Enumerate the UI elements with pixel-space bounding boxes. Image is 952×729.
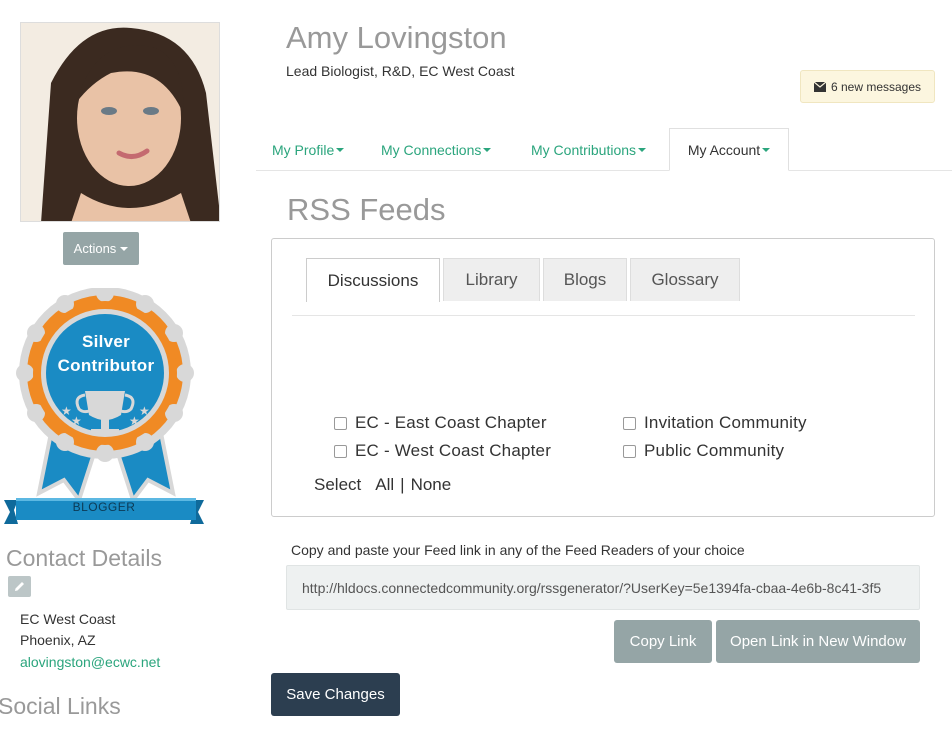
page-title: RSS Feeds xyxy=(287,192,446,227)
actions-label: Actions xyxy=(73,241,117,256)
tab-discussions[interactable]: Discussions xyxy=(306,258,440,302)
silver-contributor-badge: ★ ★ ★ ★ Silver Contributor BLOGGER xyxy=(4,284,208,528)
tab-blogs[interactable]: Blogs xyxy=(543,258,627,301)
tab-my-account[interactable]: My Account xyxy=(669,128,789,171)
tab-my-contributions[interactable]: My Contributions xyxy=(531,140,647,160)
caret-down-icon xyxy=(336,148,345,152)
profile-role: Lead Biologist, R&D, EC West Coast xyxy=(286,63,515,79)
copy-link-button[interactable]: Copy Link xyxy=(614,620,712,663)
tab-glossary[interactable]: Glossary xyxy=(630,258,740,301)
save-changes-button[interactable]: Save Changes xyxy=(271,673,400,716)
tab-my-connections[interactable]: My Connections xyxy=(381,140,492,160)
select-all-none: Select All | None xyxy=(314,475,451,495)
new-messages-label: 6 new messages xyxy=(830,79,922,94)
tab-my-profile[interactable]: My Profile xyxy=(272,140,345,160)
badge-line-2: Contributor xyxy=(57,356,155,375)
profile-photo xyxy=(20,22,220,222)
tab-label: My Profile xyxy=(272,142,335,158)
pencil-icon xyxy=(15,582,24,591)
caret-down-icon xyxy=(483,148,492,152)
tab-label: My Account xyxy=(687,141,761,158)
contact-email-link[interactable]: alovingston@ecwc.net xyxy=(20,654,160,670)
contact-location: Phoenix, AZ xyxy=(20,632,96,648)
badge-ribbon-label: BLOGGER xyxy=(72,500,136,514)
badge-graphic: ★★ ★★ xyxy=(4,284,204,524)
community-option[interactable]: EC - West Coast Chapter xyxy=(334,441,551,461)
checkbox[interactable] xyxy=(623,444,636,458)
open-link-new-window-button[interactable]: Open Link in New Window xyxy=(716,620,920,663)
profile-name: Amy Lovingston xyxy=(286,20,507,55)
select-all-link[interactable]: All xyxy=(375,475,394,495)
feed-link-label: Copy and paste your Feed link in any of … xyxy=(291,542,745,558)
envelope-icon xyxy=(813,81,826,92)
feed-url-field[interactable]: http://hldocs.connectedcommunity.org/rss… xyxy=(286,565,920,610)
contact-company: EC West Coast xyxy=(20,611,116,627)
svg-text:★: ★ xyxy=(129,414,140,428)
checkbox[interactable] xyxy=(623,416,636,430)
community-label: EC - East Coast Chapter xyxy=(355,413,547,432)
tab-library[interactable]: Library xyxy=(443,258,540,301)
badge-line-1: Silver xyxy=(81,332,131,351)
subtab-divider xyxy=(292,315,915,316)
svg-text:★: ★ xyxy=(71,414,82,428)
checkbox[interactable] xyxy=(334,444,347,458)
contact-details-heading: Contact Details xyxy=(6,545,162,571)
select-label: Select xyxy=(314,475,362,494)
svg-text:★: ★ xyxy=(139,404,150,418)
community-label: EC - West Coast Chapter xyxy=(355,441,552,460)
edit-contact-button[interactable] xyxy=(8,576,31,597)
actions-dropdown-button[interactable]: Actions xyxy=(63,232,139,265)
community-option[interactable]: Public Community xyxy=(623,441,784,461)
nav-divider xyxy=(256,170,952,171)
caret-down-icon xyxy=(762,147,771,152)
community-option[interactable]: Invitation Community xyxy=(623,413,807,433)
tab-label: My Connections xyxy=(381,142,482,158)
community-label: Public Community xyxy=(644,441,785,460)
select-separator: | xyxy=(400,475,405,494)
caret-down-icon xyxy=(638,148,647,152)
community-label: Invitation Community xyxy=(644,413,807,432)
caret-down-icon xyxy=(120,246,129,251)
checkbox[interactable] xyxy=(334,416,347,430)
community-option[interactable]: EC - East Coast Chapter xyxy=(334,413,547,433)
new-messages-link[interactable]: 6 new messages xyxy=(800,70,935,103)
select-none-link[interactable]: None xyxy=(411,475,452,495)
social-links-heading: Social Links xyxy=(0,693,121,719)
tab-label: My Contributions xyxy=(531,142,637,158)
